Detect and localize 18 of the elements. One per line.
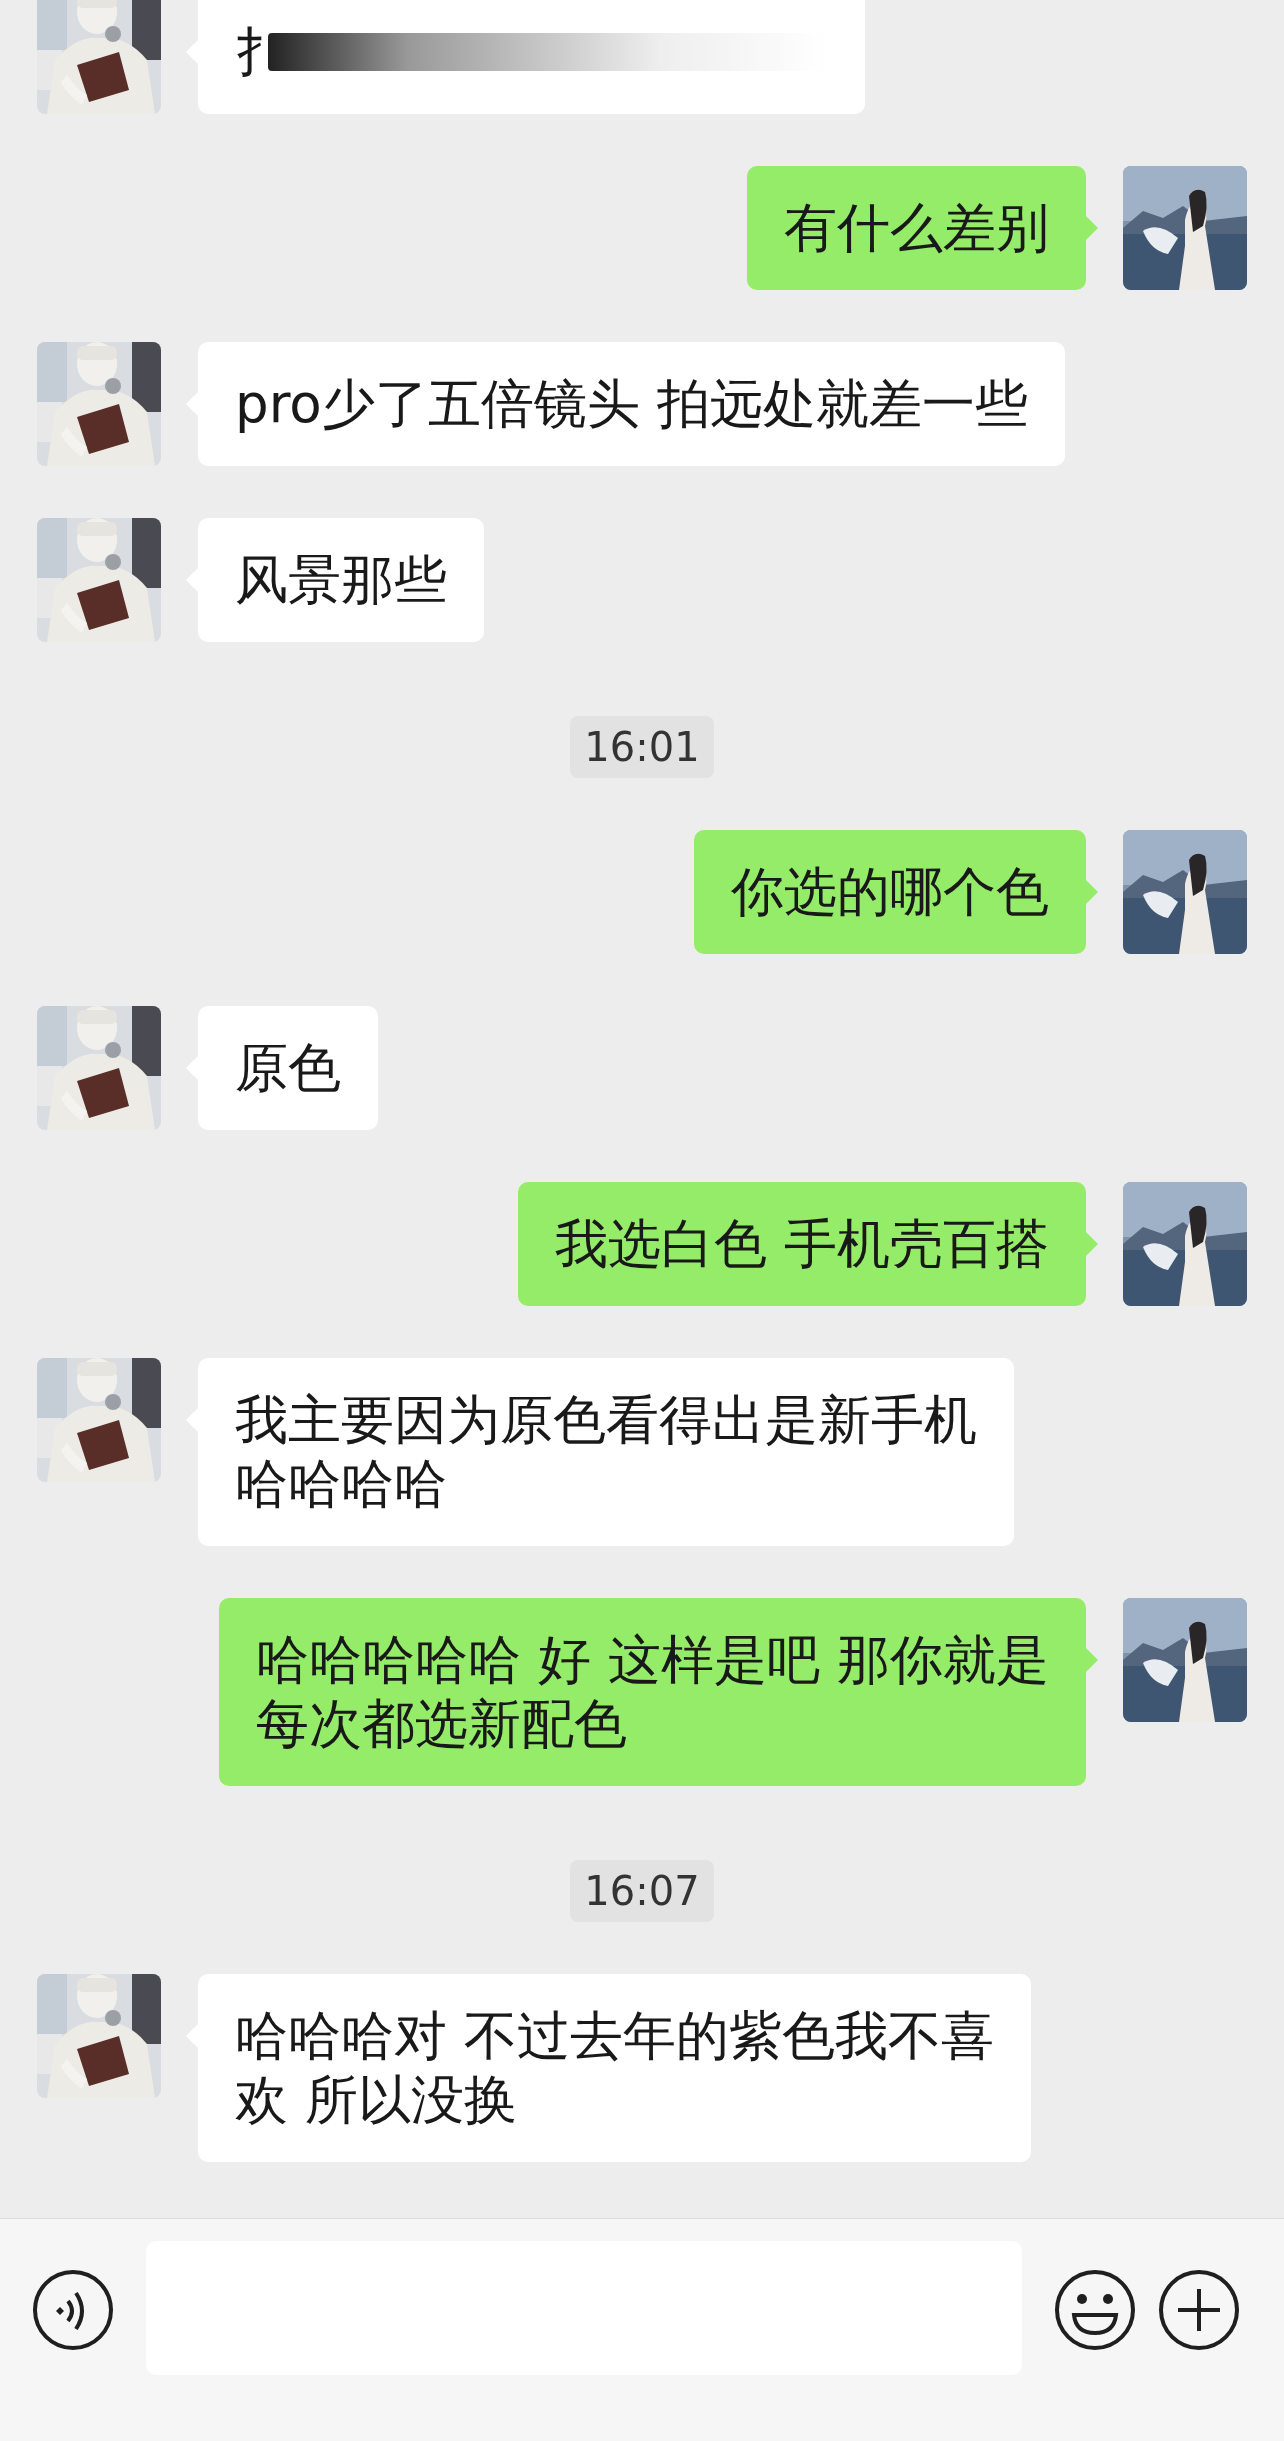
message-text: 扌 — [235, 20, 288, 84]
message-text: 原色 — [235, 1036, 341, 1100]
voice-icon[interactable] — [32, 2269, 114, 2351]
message-text: 哈哈哈哈哈 好 这样是吧 那你就是 — [256, 1628, 1049, 1692]
message-text: 哈哈哈对 不过去年的紫色我不喜 — [235, 2004, 994, 2068]
message-text: 每次都选新配色 — [256, 1692, 628, 1756]
timestamp: 16:01 — [570, 716, 714, 778]
message-text: 欢 所以没换 — [235, 2068, 517, 2132]
message-text: 我主要因为原色看得出是新手机 — [235, 1388, 977, 1452]
add-icon[interactable] — [1158, 2269, 1240, 2351]
message-text: 我选白色 手机壳百搭 — [555, 1212, 1049, 1276]
message-text: 哈哈哈哈 — [235, 1452, 447, 1516]
message-text: 有什么差别 — [784, 196, 1049, 260]
timestamp: 16:07 — [570, 1860, 714, 1922]
message-text: 你选的哪个色 — [731, 860, 1049, 924]
message-text: 风景那些 — [235, 548, 447, 612]
message-text: pro少了五倍镜头 拍远处就差一些 — [235, 372, 1028, 436]
emoji-icon[interactable] — [1054, 2269, 1136, 2351]
